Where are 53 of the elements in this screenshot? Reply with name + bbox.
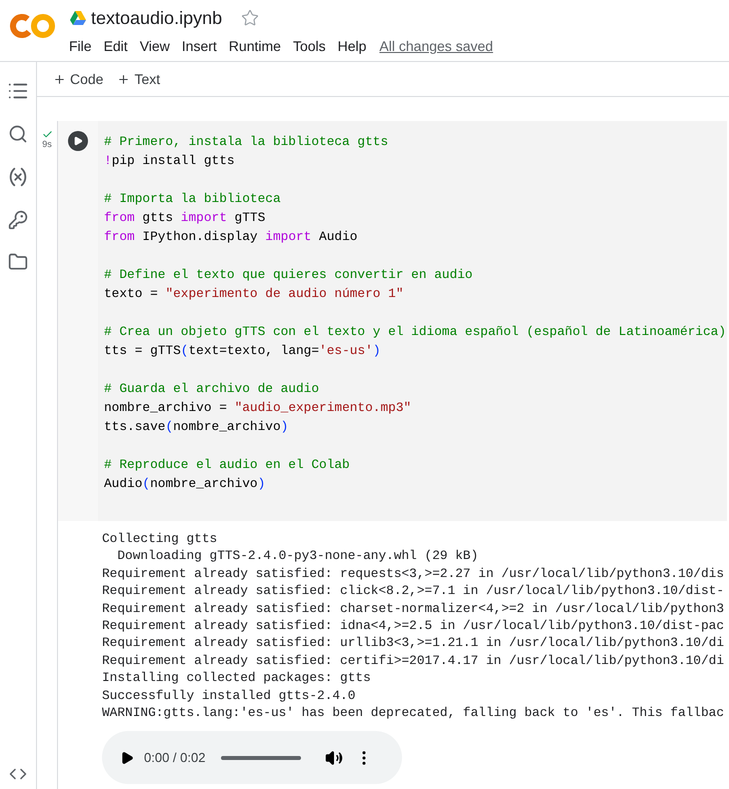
output-line: Requirement already satisfied: requests<3,>=2.27 in /usr/local/lib/python3.10/dis (102, 564, 724, 582)
add-cell-button[interactable]: Code (49, 68, 108, 90)
run-button[interactable] (68, 131, 88, 151)
plus-icon (117, 72, 130, 86)
audio-time: 0:00 / 0:02 (144, 749, 206, 767)
drive-icon[interactable] (70, 11, 86, 25)
play-icon[interactable] (120, 750, 134, 765)
code-line: # Importa la biblioteca (104, 190, 281, 208)
key-icon[interactable] (8, 210, 28, 230)
code-line: nombre_archivo = "audio_experimento.mp3" (104, 399, 412, 417)
code-line: # Guarda el archivo de audio (104, 380, 320, 398)
menu-item[interactable]: File (64, 35, 97, 58)
execution-time: 9s (42, 140, 52, 149)
folder-icon[interactable] (8, 252, 28, 272)
code-line: from IPython.display import Audio (104, 228, 358, 246)
output-line: Installing collected packages: gtts (102, 669, 371, 687)
star-icon[interactable] (241, 9, 260, 27)
variables-icon[interactable] (7, 166, 29, 188)
logo[interactable] (10, 13, 56, 39)
menu-item[interactable]: Runtime (224, 35, 286, 58)
output-line: Requirement already satisfied: certifi>=2017.4.17 in /usr/local/lib/python3.10/di (102, 652, 724, 670)
menu-item[interactable]: Help (332, 35, 372, 58)
search-icon[interactable] (8, 124, 28, 144)
code-line: # Crea un objeto gTTS con el texto y el idioma español (español de Latinoamérica) (104, 323, 726, 341)
play-icon (73, 136, 83, 146)
code-line: tts = gTTS(text=texto, lang='es-us') (104, 342, 380, 360)
save-status-link[interactable]: All changes saved (379, 36, 494, 57)
output-line: Requirement already satisfied: charset-normalizer<4,>=2 in /usr/local/lib/python3 (102, 600, 724, 618)
notebook-title[interactable]: textoaudio.ipynb (91, 9, 222, 27)
code-line: tts.save(nombre_archivo) (104, 418, 288, 436)
code-line: !pip install gtts (104, 152, 235, 170)
code-line: Audio(nombre_archivo) (104, 475, 266, 493)
volume-icon[interactable] (325, 748, 344, 767)
progress-track[interactable] (221, 756, 302, 760)
output-line: WARNING:gtts.lang:'es-us' has been deprecated, falling back to 'es'. This fallbac (102, 704, 724, 722)
menu-item[interactable]: Tools (288, 35, 331, 58)
output-line: Successfully installed gtts-2.4.0 (102, 686, 356, 704)
menu-item[interactable]: Insert (176, 35, 222, 58)
plus-icon (53, 72, 66, 86)
menu-item[interactable]: Edit (98, 35, 133, 58)
output-line: Requirement already satisfied: click<8.2,>=7.1 in /usr/local/lib/python3.10/dist- (102, 582, 724, 600)
output-line: Downloading gTTS-2.4.0-py3-none-any.whl (29 kB) (116, 547, 478, 565)
code-line: # Primero, instala la biblioteca gtts (104, 133, 388, 151)
output-line: Collecting gtts (102, 530, 218, 548)
add-cell-button[interactable]: Text (113, 68, 164, 90)
output-line: Requirement already satisfied: idna<4,>=2.5 in /usr/local/lib/python3.10/dist-pac (102, 617, 724, 634)
output-line: Requirement already satisfied: urllib3<3,>=1.21.1 in /usr/local/lib/python3.10/di (102, 634, 724, 652)
code-line: texto = "experimento de audio número 1" (104, 285, 404, 303)
audio-player[interactable]: 0:00 / 0:02 (102, 731, 402, 784)
code-line: # Define el texto que quieres convertir en audio (104, 266, 473, 284)
menu-item[interactable]: View (134, 35, 175, 58)
code-line: from gtts import gTTS (104, 209, 266, 227)
code-line: # Reproduce el audio en el Colab (104, 456, 350, 474)
